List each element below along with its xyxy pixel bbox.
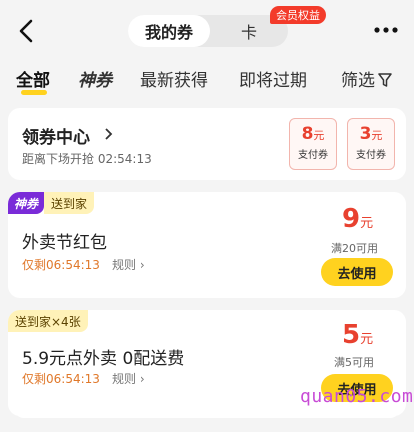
delivery-tag: 送到家 (44, 192, 95, 214)
filter-tabs: 全部 神券 最新获得 即将过期 筛选 (0, 62, 414, 98)
watermark-text: quan05.com (300, 386, 414, 407)
rules-label: 规则 (112, 372, 137, 386)
tab-shen-coupon[interactable]: 神券 (78, 66, 112, 91)
filter-icon (378, 73, 392, 87)
amount-unit: 元 (360, 332, 374, 347)
amount-value: 5 (342, 320, 361, 350)
active-tab-indicator (21, 90, 47, 95)
rules-label: 规则 (112, 258, 137, 272)
coupon-center-card[interactable]: 领券中心 距离下场开抢 02:54:13 8元 支付券 3元 支付券 (8, 108, 406, 180)
mini-coupon[interactable]: 8元 支付券 (289, 118, 337, 170)
coupon-tags: 送到家×4张 (8, 310, 88, 332)
more-icon[interactable] (372, 22, 400, 38)
tab-my-coupons[interactable]: 我的券 (128, 15, 210, 47)
filter-label: 筛选 (341, 71, 375, 91)
tab-expiring[interactable]: 即将过期 (239, 66, 307, 91)
delivery-count-tag: 送到家×4张 (8, 310, 88, 332)
coupon-center-title: 领券中心 (22, 128, 90, 148)
mini-amount-value: 3 (359, 124, 372, 144)
mini-coupon[interactable]: 3元 支付券 (347, 118, 395, 170)
mini-coupon-label: 支付券 (356, 150, 386, 161)
tab-all[interactable]: 全部 (16, 66, 50, 91)
time-remaining: 仅剩06:54:13 (22, 372, 100, 386)
shen-coupon-tag: 神券 (8, 192, 45, 214)
mini-amount-unit: 元 (313, 129, 325, 142)
amount-unit: 元 (360, 216, 374, 231)
mini-coupon-label: 支付券 (298, 150, 328, 161)
back-arrow-icon[interactable] (14, 18, 40, 44)
tab-latest[interactable]: 最新获得 (140, 66, 208, 91)
member-benefits-badge: 会员权益 (270, 6, 326, 24)
coupon-card[interactable]: 神券 送到家 外卖节红包 仅剩06:54:13 规则 › 9元 满20可用 去使… (8, 192, 406, 298)
usage-condition: 满20可用 (331, 242, 378, 255)
coupon-title: 5.9元点外卖 0配送费 (22, 349, 185, 369)
rules-link[interactable]: 规则 › (112, 256, 145, 273)
coupon-tags: 神券 送到家 (8, 192, 95, 214)
use-button[interactable]: 去使用 (321, 258, 393, 286)
usage-condition: 满5可用 (334, 356, 374, 369)
chevron-right-icon: › (139, 372, 145, 386)
segmented-control: 我的券 卡 (128, 15, 288, 47)
coupon-title: 外卖节红包 (22, 233, 107, 253)
tab-filter[interactable]: 筛选 (341, 66, 392, 91)
mini-coupon-amount: 8元 (290, 124, 336, 144)
coupon-amount: 5元 (342, 320, 373, 350)
mini-amount-value: 8 (301, 124, 314, 144)
mini-coupon-amount: 3元 (348, 124, 394, 144)
next-grab-countdown: 距离下场开抢 02:54:13 (22, 152, 152, 166)
time-remaining: 仅剩06:54:13 (22, 258, 100, 272)
chevron-right-icon (105, 128, 113, 140)
amount-value: 9 (342, 204, 361, 234)
chevron-right-icon: › (139, 258, 145, 272)
coupon-amount: 9元 (342, 204, 373, 234)
rules-link[interactable]: 规则 › (112, 370, 145, 387)
top-bar: 我的券 卡 会员权益 (0, 0, 414, 62)
mini-amount-unit: 元 (371, 129, 383, 142)
